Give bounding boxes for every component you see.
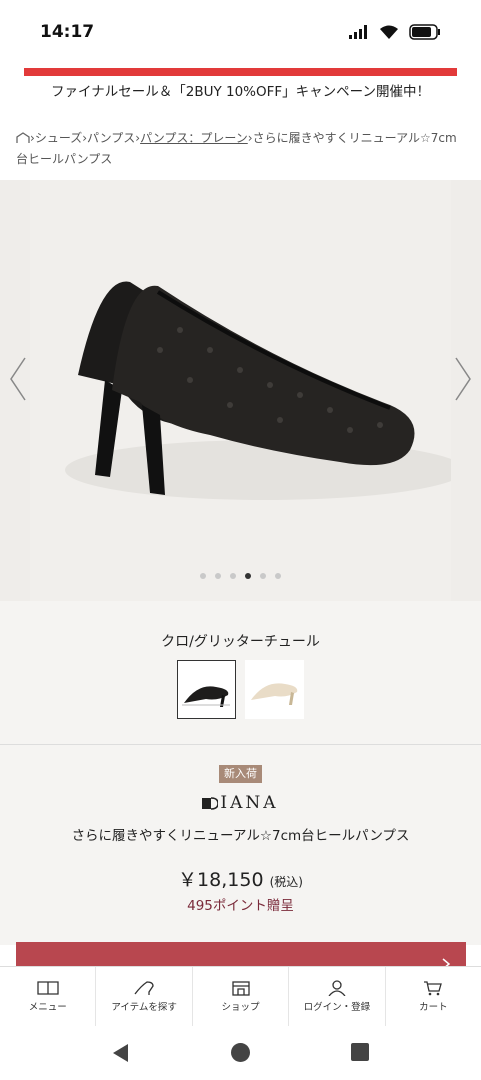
new-arrival-badge: 新入荷: [219, 765, 262, 783]
nav-shop[interactable]: ショップ: [193, 967, 290, 1026]
gallery-dot[interactable]: [200, 573, 206, 579]
shoe-icon: [134, 981, 154, 995]
product-title: さらに履きやすくリニューアル☆7cm台ヒールパンプス: [71, 828, 410, 844]
nav-label: カート: [419, 1002, 448, 1013]
nav-search-items[interactable]: アイテムを探す: [96, 967, 193, 1026]
campaign-banner[interactable]: ファイナルセール＆「2BUY 10%OFF」キャンペーン開催中！: [0, 80, 481, 100]
breadcrumb-item-pumps[interactable]: パンプス: [87, 131, 135, 145]
tax-note: (税込): [269, 875, 303, 889]
shop-icon: [231, 981, 250, 996]
battery-icon: [409, 24, 440, 40]
status-time: 14:17: [40, 22, 95, 42]
banner-accent-line: [24, 68, 457, 76]
nav-cart[interactable]: カート: [386, 967, 481, 1026]
nav-menu[interactable]: メニュー: [0, 967, 97, 1026]
cart-icon: [424, 981, 443, 996]
system-navigation-bar: [0, 1026, 481, 1080]
points-award: 495ポイント贈呈: [187, 898, 294, 914]
nav-login-register[interactable]: ログイン・登録: [289, 967, 386, 1026]
status-icons: [349, 24, 441, 40]
gallery-dot[interactable]: [260, 573, 266, 579]
product-image-gallery[interactable]: [0, 180, 481, 601]
gallery-dot-active[interactable]: [245, 573, 251, 579]
wifi-icon: [380, 25, 398, 39]
nav-label: ショップ: [221, 1002, 260, 1013]
brand-name: IANA: [220, 793, 279, 813]
product-price: ￥18,150 (税込): [0, 865, 481, 892]
breadcrumb: ›シューズ›パンプス›パンプス：プレーン›さらに履きやすくリニューアル☆7cm台…: [16, 131, 457, 166]
user-icon: [328, 980, 346, 996]
price-value: ￥18,150: [178, 869, 264, 891]
color-swatch-black[interactable]: [177, 660, 236, 719]
signal-icon: [349, 25, 367, 39]
home-circle-icon[interactable]: [230, 1042, 251, 1063]
color-swatch-beige[interactable]: [245, 660, 304, 719]
nav-label: ログイン・登録: [303, 1002, 371, 1013]
product-photo: [30, 180, 465, 601]
gallery-prev-arrow-icon[interactable]: [8, 356, 28, 402]
nav-label: アイテムを探す: [111, 1002, 177, 1013]
breadcrumb-item-plain-pumps[interactable]: パンプス：プレーン: [140, 131, 248, 145]
breadcrumb-item-shoes[interactable]: シューズ: [35, 131, 82, 145]
back-icon[interactable]: [110, 1042, 130, 1064]
home-icon[interactable]: [16, 131, 30, 150]
gallery-dot[interactable]: [275, 573, 281, 579]
nav-label: メニュー: [28, 1002, 67, 1013]
status-bar: 14:17: [0, 0, 481, 66]
book-icon: [37, 981, 59, 995]
brand-logo[interactable]: IANA: [0, 793, 481, 813]
recents-icon[interactable]: [350, 1042, 370, 1062]
color-selector: クロ/グリッターチュール: [0, 601, 481, 744]
gallery-next-arrow-icon[interactable]: [453, 356, 473, 402]
gallery-dot[interactable]: [230, 573, 236, 579]
gallery-dot[interactable]: [215, 573, 221, 579]
color-name: クロ/グリッターチュール: [161, 634, 320, 650]
bottom-navigation: メニュー アイテムを探す ショップ ログイン・登録 カート: [0, 966, 481, 1026]
product-info: 新入荷 IANA さらに履きやすくリニューアル☆7cm台ヒールパンプス ￥18,…: [0, 745, 481, 945]
brand-mark-icon: [202, 797, 219, 810]
gallery-pagination: [0, 573, 481, 579]
